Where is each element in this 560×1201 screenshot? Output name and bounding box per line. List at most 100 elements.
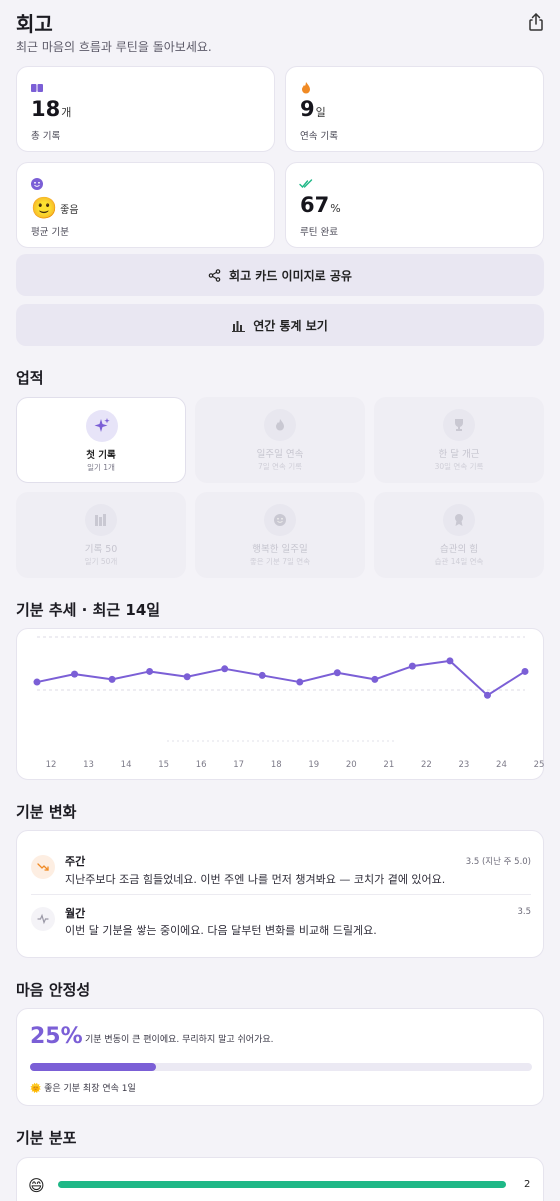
x-tick-label: 16 — [196, 760, 207, 770]
data-point — [108, 675, 116, 683]
bar-chart-icon — [232, 320, 246, 332]
distribution-count: 2 — [524, 1179, 531, 1190]
flame-icon — [264, 409, 296, 441]
share-card-label: 회고 카드 이미지로 공유 — [229, 268, 352, 283]
achievement-sub: 일기 1개 — [87, 463, 115, 472]
monthly-score: 3.5 — [517, 907, 531, 917]
records-label: 총 기록 — [31, 131, 61, 142]
x-tick-label: 18 — [271, 760, 282, 770]
achievement-sub: 30일 연속 기록 — [434, 462, 484, 471]
stability-footer: 🌞 좋은 기분 최장 연속 1일 — [30, 1084, 136, 1094]
sparkles-icon — [86, 410, 118, 442]
yearly-stats-button[interactable]: 연간 통계 보기 — [16, 304, 544, 346]
distribution-title: 기분 분포 — [16, 1129, 77, 1147]
weekly-score: 3.5 (지난 주 5.0) — [465, 857, 531, 867]
streak-label: 연속 기록 — [300, 131, 338, 142]
smile-icon — [30, 176, 44, 190]
x-tick-label: 25 — [534, 760, 545, 770]
trend-chart: 12 13 14 15 16 17 18 19 20 21 22 23 24 25 — [33, 636, 545, 770]
x-tick-label: 24 — [496, 760, 507, 770]
share-icon[interactable] — [526, 12, 546, 32]
data-point — [446, 657, 454, 665]
data-point — [183, 673, 191, 681]
routine-label: 루틴 완료 — [300, 227, 338, 238]
stability-title: 마음 안정성 — [16, 981, 91, 999]
x-tick-label: 19 — [308, 760, 319, 770]
double-check-icon — [299, 176, 313, 190]
data-point — [258, 671, 266, 679]
x-tick-label: 12 — [46, 760, 57, 770]
x-tick-label: 21 — [383, 760, 394, 770]
data-point — [408, 662, 416, 670]
trophy-icon — [443, 409, 475, 441]
yearly-stats-label: 연간 통계 보기 — [253, 318, 328, 333]
trend-title: 기분 추세 · 최근 14일 — [16, 601, 161, 619]
mood-label: 평균 기분 — [31, 227, 69, 238]
routine-value: 67% — [300, 193, 341, 217]
achievement-title: 습관의 힘 — [440, 544, 478, 555]
stability-percent: 25% — [30, 1024, 83, 1049]
achievement-50-records[interactable]: 기록 50 일기 50개 — [16, 492, 186, 578]
weekly-text: 지난주보다 조금 힘들었네요. 이번 주엔 나를 먼저 챙겨봐요 — 코치가 곁… — [65, 873, 446, 886]
x-tick-label: 14 — [121, 760, 132, 770]
achievement-sub: 좋은 기분 7일 연속 — [249, 557, 311, 566]
streak-value: 9일 — [300, 97, 326, 121]
page-subtitle: 최근 마음의 흐름과 루틴을 돌아보세요. — [16, 40, 212, 54]
divider — [31, 894, 531, 895]
trend-chart-card: 12 13 14 15 16 17 18 19 20 21 22 23 24 25 — [16, 628, 544, 780]
distribution-card — [16, 1157, 544, 1201]
stat-card-mood: 🙂 좋음 평균 기분 — [16, 162, 275, 248]
mood-value: 🙂 좋음 — [31, 196, 79, 220]
achievement-sub: 습관 14일 연속 — [434, 557, 484, 566]
monthly-text: 이번 달 기분을 쌓는 중이에요. 다음 달부턴 변화를 비교해 드릴게요. — [65, 924, 377, 937]
stability-bar — [30, 1063, 532, 1071]
distribution-bar — [58, 1181, 506, 1188]
achievement-title: 일주일 연속 — [256, 449, 304, 460]
stat-card-routine: 67% 루틴 완료 — [285, 162, 544, 248]
achievement-sub: 일기 50개 — [84, 557, 118, 566]
records-value: 18개 — [31, 97, 72, 121]
achievement-title: 첫 기록 — [86, 450, 116, 461]
stat-card-records: 18개 총 기록 — [16, 66, 275, 152]
data-point — [371, 675, 379, 683]
achievement-sub: 7일 연속 기록 — [257, 462, 303, 471]
book-icon — [30, 80, 44, 94]
page-title: 회고 — [16, 12, 53, 36]
mood-change-title: 기분 변화 — [16, 803, 77, 821]
achievement-title: 행복한 일주일 — [252, 544, 308, 555]
data-point — [71, 670, 79, 678]
x-tick-label: 20 — [346, 760, 357, 770]
weekly-label: 주간 — [65, 855, 86, 868]
flame-icon — [299, 80, 313, 94]
achievements-title: 업적 — [16, 369, 44, 387]
stability-message: 기분 변동이 큰 편이에요. 무리하지 말고 쉬어가요. — [85, 1035, 274, 1045]
x-tick-label: 22 — [421, 760, 432, 770]
data-point — [146, 667, 154, 675]
pulse-icon — [31, 907, 55, 931]
achievement-habit-power[interactable]: 습관의 힘 습관 14일 연속 — [374, 492, 544, 578]
distribution-emoji: 😄 — [28, 1176, 45, 1195]
achievement-month-streak[interactable]: 한 달 개근 30일 연속 기록 — [374, 397, 544, 483]
share-card-button[interactable]: 회고 카드 이미지로 공유 — [16, 254, 544, 296]
books-icon — [85, 504, 117, 536]
data-point — [33, 678, 41, 686]
medal-icon — [443, 504, 475, 536]
achievement-first-record[interactable]: 첫 기록 일기 1개 — [16, 397, 186, 483]
distribution-bar-fill — [58, 1181, 506, 1188]
data-point — [521, 667, 529, 675]
achievement-title: 기록 50 — [84, 544, 118, 555]
monthly-label: 월간 — [65, 907, 86, 920]
achievement-happy-week[interactable]: 행복한 일주일 좋은 기분 7일 연속 — [195, 492, 365, 578]
data-point — [333, 669, 341, 677]
stat-card-streak: 9일 연속 기록 — [285, 66, 544, 152]
smile-icon — [264, 504, 296, 536]
data-point — [221, 665, 229, 673]
x-tick-label: 17 — [233, 760, 244, 770]
share-nodes-icon — [208, 268, 221, 282]
achievement-title: 한 달 개근 — [438, 449, 480, 460]
achievement-week-streak[interactable]: 일주일 연속 7일 연속 기록 — [195, 397, 365, 483]
x-tick-label: 13 — [83, 760, 94, 770]
data-point — [296, 678, 304, 686]
data-point — [483, 691, 491, 699]
x-tick-label: 15 — [158, 760, 169, 770]
